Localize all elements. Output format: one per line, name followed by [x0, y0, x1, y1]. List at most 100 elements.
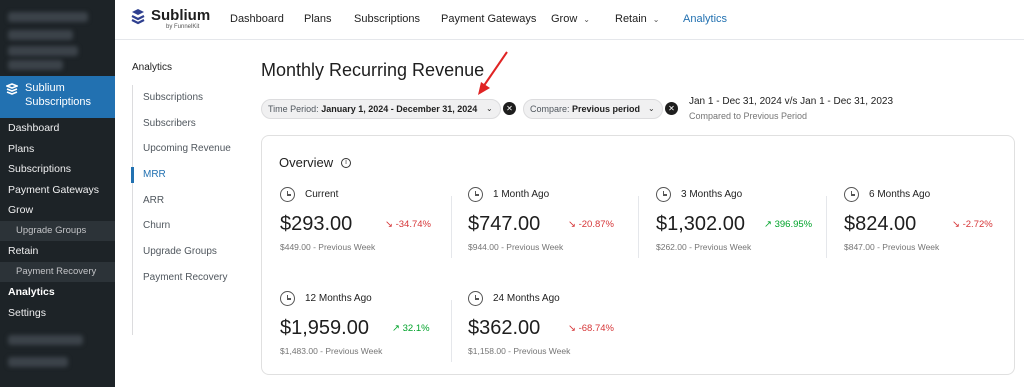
metric-current: Current $293.00 ↘ -34.74% $449.00 - Prev…	[280, 187, 460, 272]
chevron-down-icon: ⌄	[652, 15, 660, 24]
overview-title: Overview	[279, 155, 334, 170]
subnav-subscriptions[interactable]: Subscriptions	[133, 85, 232, 111]
nav-label: Retain	[615, 13, 647, 25]
analytics-subnav-list: Subscriptions Subscribers Upcoming Reven…	[131, 85, 232, 335]
sublium-menu-header[interactable]: Sublium Subscriptions	[0, 76, 115, 118]
metric-3-months-ago: 3 Months Ago $1,302.00 ↗ 396.95% $262.00…	[656, 187, 836, 272]
wp-menu-analytics[interactable]: Analytics	[0, 282, 115, 303]
wp-menu-payment-recovery[interactable]: Payment Recovery	[0, 261, 115, 282]
nav-payment-gateways[interactable]: Payment Gateways	[441, 0, 536, 40]
metric-label: 3 Months Ago	[681, 189, 743, 200]
clear-compare-icon[interactable]: ✕	[665, 102, 678, 115]
top-navigation-bar: Sublium by FunnelKit Dashboard Plans Sub…	[115, 0, 1024, 40]
wp-admin-sidebar: Sublium Subscriptions Dashboard Plans Su…	[0, 0, 115, 387]
wp-menu-subscriptions[interactable]: Subscriptions	[0, 159, 115, 180]
metric-previous: $262.00 - Previous Week	[656, 242, 752, 252]
metric-previous: $847.00 - Previous Week	[844, 242, 940, 252]
analytics-subnav: Analytics Subscriptions Subscribers Upco…	[115, 40, 245, 387]
date-range-subtext: Compared to Previous Period	[689, 111, 808, 121]
metric-change: ↘ -68.74%	[568, 323, 614, 334]
metric-change-value: 396.95%	[774, 219, 813, 230]
chevron-down-icon: ⌄	[648, 104, 655, 113]
metric-previous: $1,483.00 - Previous Week	[280, 346, 383, 356]
info-icon[interactable]: i	[341, 158, 351, 168]
wp-menu-payment-gateways[interactable]: Payment Gateways	[0, 180, 115, 201]
chevron-down-icon: ⌄	[486, 104, 493, 113]
clock-icon	[656, 187, 671, 202]
chevron-down-icon: ⌄	[583, 15, 590, 24]
nav-dashboard[interactable]: Dashboard	[230, 0, 284, 40]
metric-value: $293.00	[280, 213, 353, 235]
blurred-menu-item	[8, 335, 83, 345]
clock-icon	[468, 187, 483, 202]
metric-label: 12 Months Ago	[305, 293, 372, 304]
sublium-logo-icon	[131, 9, 145, 25]
nav-retain[interactable]: Retain ⌄	[615, 0, 660, 40]
subnav-churn[interactable]: Churn	[133, 213, 232, 239]
nav-label: Analytics	[683, 13, 728, 25]
metric-change-value: -20.87%	[578, 219, 614, 230]
blurred-menu-item	[8, 30, 73, 40]
metric-change: ↗ 396.95%	[764, 219, 812, 230]
wp-menu-dashboard[interactable]: Dashboard	[0, 118, 115, 139]
metric-value: $1,959.00	[280, 317, 369, 339]
wp-menu-settings[interactable]: Settings	[0, 303, 115, 324]
page-title: Monthly Recurring Revenue	[261, 60, 485, 80]
trend-up-icon: ↗	[764, 219, 772, 230]
metric-change-value: -68.74%	[578, 323, 614, 334]
trend-down-icon: ↘	[568, 323, 576, 334]
subnav-upgrade-groups[interactable]: Upgrade Groups	[133, 239, 232, 265]
clock-icon	[844, 187, 859, 202]
wp-menu-plans[interactable]: Plans	[0, 139, 115, 160]
metric-change-value: -2.72%	[962, 219, 993, 230]
nav-plans[interactable]: Plans	[304, 0, 332, 40]
metric-value: $747.00	[468, 213, 541, 235]
nav-subscriptions[interactable]: Subscriptions	[354, 0, 420, 40]
subnav-arr[interactable]: ARR	[133, 188, 232, 214]
metric-value: $362.00	[468, 317, 541, 339]
metric-value: $1,302.00	[656, 213, 745, 235]
metric-label: 6 Months Ago	[869, 189, 931, 200]
nav-label: Plans	[304, 13, 332, 25]
blurred-menu-item	[8, 46, 78, 56]
clock-icon	[280, 187, 295, 202]
clear-time-period-icon[interactable]: ✕	[503, 102, 516, 115]
subnav-upcoming-revenue[interactable]: Upcoming Revenue	[133, 136, 232, 162]
metric-24-months-ago: 24 Months Ago $362.00 ↘ -68.74% $1,158.0…	[468, 291, 648, 376]
nav-label: Grow	[551, 13, 578, 25]
metric-change: ↘ -20.87%	[568, 219, 614, 230]
blurred-menu-item	[8, 60, 63, 70]
sublium-menu-label: Sublium Subscriptions	[25, 82, 92, 108]
nav-label: Dashboard	[230, 13, 284, 25]
metric-change: ↘ -2.72%	[952, 219, 993, 230]
analytics-subnav-title: Analytics	[132, 62, 173, 73]
compare-filter[interactable]: Compare: Previous period ⌄	[523, 99, 663, 119]
compare-value: Previous period	[572, 104, 641, 114]
metric-change: ↘ -34.74%	[385, 219, 431, 230]
nav-label: Subscriptions	[354, 13, 421, 25]
wp-menu-grow[interactable]: Grow	[0, 200, 115, 221]
trend-down-icon: ↘	[568, 219, 576, 230]
date-range-text: Jan 1 - Dec 31, 2024 v/s Jan 1 - Dec 31,…	[689, 96, 894, 107]
subnav-subscribers[interactable]: Subscribers	[133, 111, 232, 137]
clock-icon	[280, 291, 295, 306]
subnav-payment-recovery[interactable]: Payment Recovery	[133, 265, 232, 291]
metric-change-value: 32.1%	[402, 323, 430, 334]
nav-label: Payment Gateways	[441, 13, 537, 25]
metric-value: $824.00	[844, 213, 917, 235]
nav-analytics[interactable]: Analytics	[683, 0, 727, 40]
compare-label: Compare:	[530, 104, 570, 114]
wp-menu-retain[interactable]: Retain	[0, 241, 115, 262]
wp-menu-upgrade-groups[interactable]: Upgrade Groups	[0, 220, 115, 241]
metric-6-months-ago: 6 Months Ago $824.00 ↘ -2.72% $847.00 - …	[844, 187, 1024, 272]
time-period-filter[interactable]: Time Period: January 1, 2024 - December …	[261, 99, 501, 119]
clock-icon	[468, 291, 483, 306]
metric-label: Current	[305, 189, 339, 200]
subnav-mrr[interactable]: MRR	[131, 162, 232, 188]
time-period-value: January 1, 2024 - December 31, 2024	[321, 104, 478, 114]
metric-previous: $944.00 - Previous Week	[468, 242, 564, 252]
trend-down-icon: ↘	[385, 219, 393, 230]
brand-name: Sublium	[151, 7, 211, 24]
nav-grow[interactable]: Grow ⌄	[551, 0, 590, 40]
metric-previous: $1,158.00 - Previous Week	[468, 346, 571, 356]
